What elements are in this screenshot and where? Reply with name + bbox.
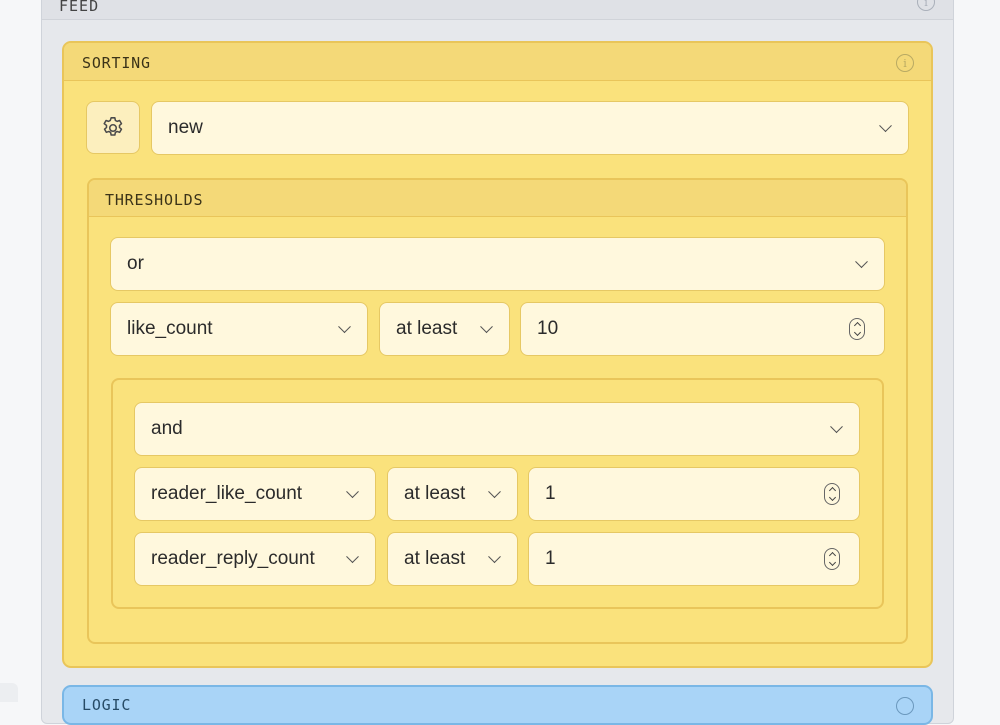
sorting-title: SORTING xyxy=(82,54,151,72)
rule-operator-value: at least xyxy=(404,548,466,569)
rule-value-input[interactable]: 1 xyxy=(528,532,860,586)
side-tab xyxy=(0,683,18,702)
stepper-icon[interactable] xyxy=(824,548,840,570)
sort-select[interactable]: new xyxy=(151,101,909,155)
sorting-header: SORTING i xyxy=(64,43,931,81)
group-combinator-select[interactable]: and xyxy=(134,402,860,456)
stepper-icon[interactable] xyxy=(849,318,865,340)
thresholds-combinator-select[interactable]: or xyxy=(110,237,885,291)
sort-select-value: new xyxy=(168,117,203,138)
rule-field-value: reader_like_count xyxy=(151,483,303,504)
thresholds-title: THRESHOLDS xyxy=(105,191,204,209)
chevron-down-icon xyxy=(830,420,843,434)
rule-field-select[interactable]: reader_like_count xyxy=(134,467,376,521)
settings-button[interactable] xyxy=(86,101,140,154)
rule-value: 10 xyxy=(537,318,559,339)
rule-value-input[interactable]: 1 xyxy=(528,467,860,521)
stepper-icon[interactable] xyxy=(824,483,840,505)
logic-section: LOGIC xyxy=(62,685,933,725)
info-icon[interactable]: i xyxy=(917,0,935,11)
rule-value-input[interactable]: 10 xyxy=(520,302,885,356)
rule-field-select[interactable]: like_count xyxy=(110,302,368,356)
rule-operator-select[interactable]: at least xyxy=(387,532,518,586)
rule-field-value: like_count xyxy=(127,318,213,339)
feed-header: FEED i xyxy=(42,0,953,20)
logic-title: LOGIC xyxy=(82,696,132,714)
chevron-down-icon xyxy=(338,320,351,334)
chevron-down-icon xyxy=(488,550,501,564)
chevron-down-icon xyxy=(879,119,892,133)
chevron-down-icon xyxy=(346,485,359,499)
chevron-down-icon xyxy=(346,550,359,564)
rule-operator-value: at least xyxy=(404,483,466,504)
rule-field-value: reader_reply_count xyxy=(151,548,315,569)
info-icon[interactable]: i xyxy=(896,54,914,72)
chevron-down-icon xyxy=(855,255,868,269)
rule-operator-select[interactable]: at least xyxy=(379,302,510,356)
rule-value: 1 xyxy=(545,483,556,504)
rule-value: 1 xyxy=(545,548,556,569)
rule-operator-value: at least xyxy=(396,318,458,339)
info-icon[interactable] xyxy=(896,697,914,715)
group-combinator-value: and xyxy=(151,418,183,439)
rule-field-select[interactable]: reader_reply_count xyxy=(134,532,376,586)
combinator-value: or xyxy=(127,253,144,274)
gear-icon xyxy=(103,116,123,136)
feed-title: FEED xyxy=(59,0,100,15)
rule-operator-select[interactable]: at least xyxy=(387,467,518,521)
chevron-down-icon xyxy=(488,485,501,499)
thresholds-header: THRESHOLDS xyxy=(89,180,906,217)
chevron-down-icon xyxy=(480,320,493,334)
